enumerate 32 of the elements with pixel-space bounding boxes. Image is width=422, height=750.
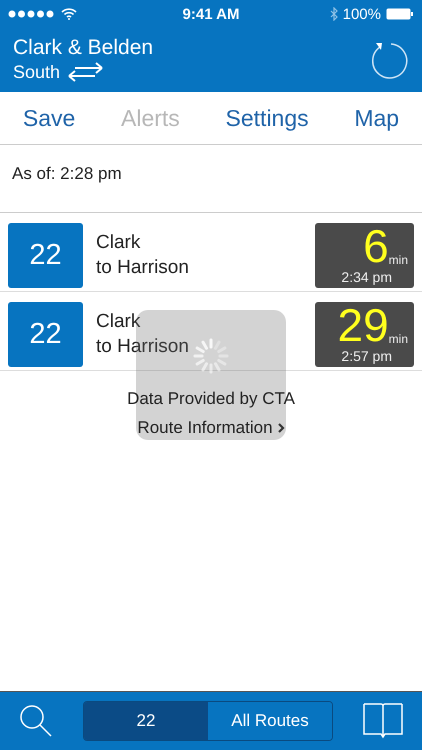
search-icon[interactable] — [18, 703, 54, 739]
wifi-icon — [61, 8, 77, 20]
arrival-time: 2:57 pm — [341, 348, 392, 364]
tab[interactable]: Save — [14, 100, 84, 136]
status-time: 9:41 AM — [182, 6, 240, 22]
destination: to Harrison — [96, 336, 189, 358]
book-icon[interactable] — [362, 702, 404, 740]
street-name: Clark — [96, 310, 140, 332]
segment[interactable]: 22 — [84, 702, 208, 740]
spinner-icon — [191, 336, 231, 376]
route-info-link[interactable]: Route Information — [137, 418, 285, 438]
route-badge: 22 — [8, 302, 83, 366]
arrival-time: 2:34 pm — [341, 268, 392, 284]
battery-percent: 100% — [342, 6, 381, 22]
minutes-unit: min — [388, 332, 408, 348]
destination: to Harrison — [96, 256, 189, 278]
minutes-unit: min — [388, 252, 408, 268]
tab[interactable]: Map — [346, 100, 408, 136]
minutes-value: 6 — [363, 222, 389, 268]
route-badge: 22 — [8, 222, 83, 288]
swap-direction-icon[interactable] — [66, 60, 104, 84]
chevron-icon — [276, 422, 285, 434]
street-name: Clark — [96, 232, 140, 254]
credit-text: Data Provided by CTA — [127, 389, 295, 409]
battery-icon — [386, 8, 414, 20]
minutes-value: 29 — [337, 302, 389, 348]
updated-time: As of: 2:28 pm — [0, 147, 422, 213]
stop-name: Clark & Belden — [13, 36, 154, 60]
bluetooth-icon — [330, 7, 338, 21]
tab[interactable]: Settings — [218, 100, 317, 136]
direction-label: South — [13, 62, 60, 82]
signal-icon — [8, 10, 56, 18]
